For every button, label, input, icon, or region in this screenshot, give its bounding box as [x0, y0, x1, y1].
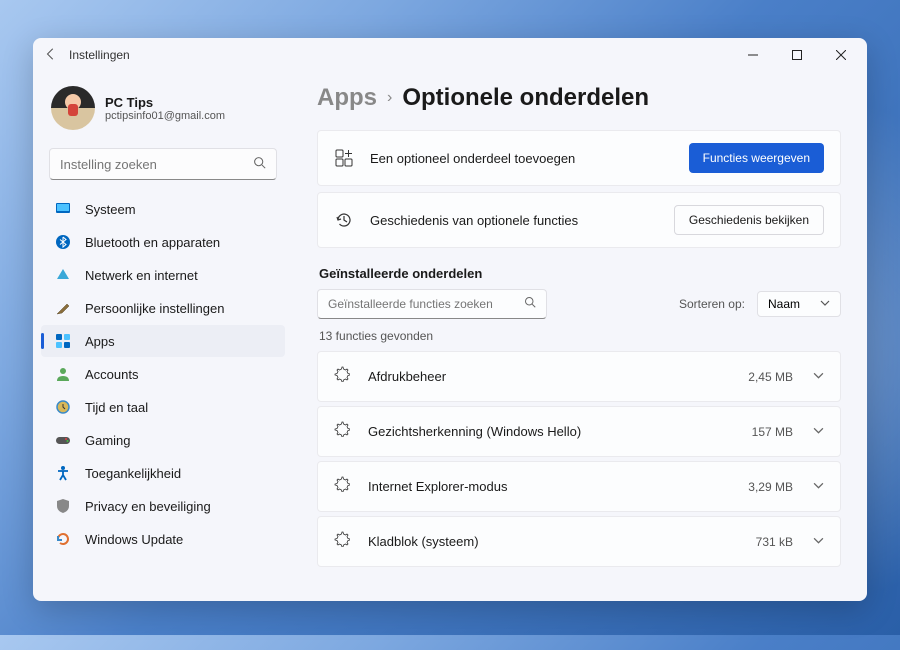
sidebar-item-update[interactable]: Windows Update [41, 523, 285, 555]
sidebar-item-label: Privacy en beveiliging [85, 499, 211, 514]
feature-row[interactable]: Afdrukbeheer 2,45 MB [317, 351, 841, 402]
chevron-down-icon [813, 480, 824, 494]
search-input[interactable] [60, 157, 253, 172]
installed-title: Geïnstalleerde onderdelen [319, 266, 841, 281]
search-icon [524, 295, 536, 313]
gear-icon [334, 531, 352, 552]
chevron-right-icon: › [387, 89, 392, 107]
sidebar-item-systeem[interactable]: Systeem [41, 193, 285, 225]
titlebar: Instellingen [33, 38, 867, 72]
search-icon [253, 156, 266, 172]
sidebar-item-label: Windows Update [85, 532, 183, 547]
profile-name: PC Tips [105, 95, 225, 110]
sort-dropdown[interactable]: Naam [757, 291, 841, 317]
feature-name: Afdrukbeheer [368, 369, 748, 384]
sidebar-item-apps[interactable]: Apps [41, 325, 285, 357]
breadcrumb-parent[interactable]: Apps [317, 84, 377, 112]
breadcrumb-current: Optionele onderdelen [402, 84, 649, 112]
close-button[interactable] [819, 40, 863, 70]
sidebar-item-gaming[interactable]: Gaming [41, 424, 285, 456]
sidebar-item-netwerk[interactable]: Netwerk en internet [41, 259, 285, 291]
history-text: Geschiedenis van optionele functies [370, 213, 674, 228]
sidebar: PC Tips pctipsinfo01@gmail.com Systeem B… [33, 72, 297, 601]
gamepad-icon [55, 432, 71, 448]
feature-name: Internet Explorer-modus [368, 479, 748, 494]
accessibility-icon [55, 465, 71, 481]
profile[interactable]: PC Tips pctipsinfo01@gmail.com [41, 80, 285, 144]
installed-search-input[interactable] [328, 297, 524, 311]
feature-size: 157 MB [752, 425, 793, 439]
minimize-button[interactable] [731, 40, 775, 70]
add-feature-text: Een optioneel onderdeel toevoegen [370, 151, 689, 166]
sort-label: Sorteren op: [679, 297, 745, 311]
sidebar-item-label: Apps [85, 334, 115, 349]
installed-search-box[interactable] [317, 289, 547, 319]
wifi-icon [55, 267, 71, 283]
filter-row: Sorteren op: Naam [317, 289, 841, 319]
sidebar-item-bluetooth[interactable]: Bluetooth en apparaten [41, 226, 285, 258]
update-icon [55, 531, 71, 547]
sidebar-item-persoonlijke[interactable]: Persoonlijke instellingen [41, 292, 285, 324]
window-title: Instellingen [65, 48, 731, 62]
history-icon [334, 211, 354, 229]
back-button[interactable] [37, 47, 65, 64]
profile-email: pctipsinfo01@gmail.com [105, 110, 225, 122]
sidebar-item-tijd[interactable]: Tijd en taal [41, 391, 285, 423]
sidebar-item-label: Systeem [85, 202, 136, 217]
feature-row[interactable]: Kladblok (systeem) 731 kB [317, 516, 841, 567]
person-icon [55, 366, 71, 382]
avatar [51, 86, 95, 130]
main-content: Apps › Optionele onderdelen Een optionee… [297, 72, 867, 601]
apps-icon [55, 333, 71, 349]
sidebar-item-privacy[interactable]: Privacy en beveiliging [41, 490, 285, 522]
chevron-down-icon [813, 535, 824, 549]
settings-window: Instellingen PC Tips pctipsinfo01@gmail.… [33, 38, 867, 601]
sidebar-item-label: Toegankelijkheid [85, 466, 181, 481]
search-box[interactable] [49, 148, 277, 180]
sidebar-item-label: Netwerk en internet [85, 268, 198, 283]
sidebar-item-label: Tijd en taal [85, 400, 148, 415]
gear-icon [334, 366, 352, 387]
bluetooth-icon [55, 234, 71, 250]
history-card: Geschiedenis van optionele functies Gesc… [317, 192, 841, 248]
sidebar-item-label: Bluetooth en apparaten [85, 235, 220, 250]
chevron-down-icon [813, 370, 824, 384]
sidebar-item-label: Gaming [85, 433, 131, 448]
breadcrumb: Apps › Optionele onderdelen [317, 84, 841, 112]
gear-icon [334, 421, 352, 442]
feature-count: 13 functies gevonden [319, 329, 841, 343]
monitor-icon [55, 201, 71, 217]
sidebar-item-accounts[interactable]: Accounts [41, 358, 285, 390]
view-history-button[interactable]: Geschiedenis bekijken [674, 205, 824, 235]
chevron-down-icon [813, 425, 824, 439]
sidebar-item-toegankelijkheid[interactable]: Toegankelijkheid [41, 457, 285, 489]
chevron-down-icon [820, 297, 830, 311]
gear-icon [334, 476, 352, 497]
add-feature-card: Een optioneel onderdeel toevoegen Functi… [317, 130, 841, 186]
shield-icon [55, 498, 71, 514]
brush-icon [55, 300, 71, 316]
feature-name: Kladblok (systeem) [368, 534, 756, 549]
show-features-button[interactable]: Functies weergeven [689, 143, 824, 173]
maximize-button[interactable] [775, 40, 819, 70]
nav-list: Systeem Bluetooth en apparaten Netwerk e… [41, 192, 285, 556]
feature-row[interactable]: Internet Explorer-modus 3,29 MB [317, 461, 841, 512]
feature-size: 731 kB [756, 535, 793, 549]
feature-size: 3,29 MB [748, 480, 793, 494]
sort-value: Naam [768, 297, 800, 311]
sidebar-item-label: Accounts [85, 367, 138, 382]
feature-name: Gezichtsherkenning (Windows Hello) [368, 424, 752, 439]
clock-icon [55, 399, 71, 415]
feature-row[interactable]: Gezichtsherkenning (Windows Hello) 157 M… [317, 406, 841, 457]
feature-size: 2,45 MB [748, 370, 793, 384]
sidebar-item-label: Persoonlijke instellingen [85, 301, 224, 316]
add-icon [334, 149, 354, 167]
